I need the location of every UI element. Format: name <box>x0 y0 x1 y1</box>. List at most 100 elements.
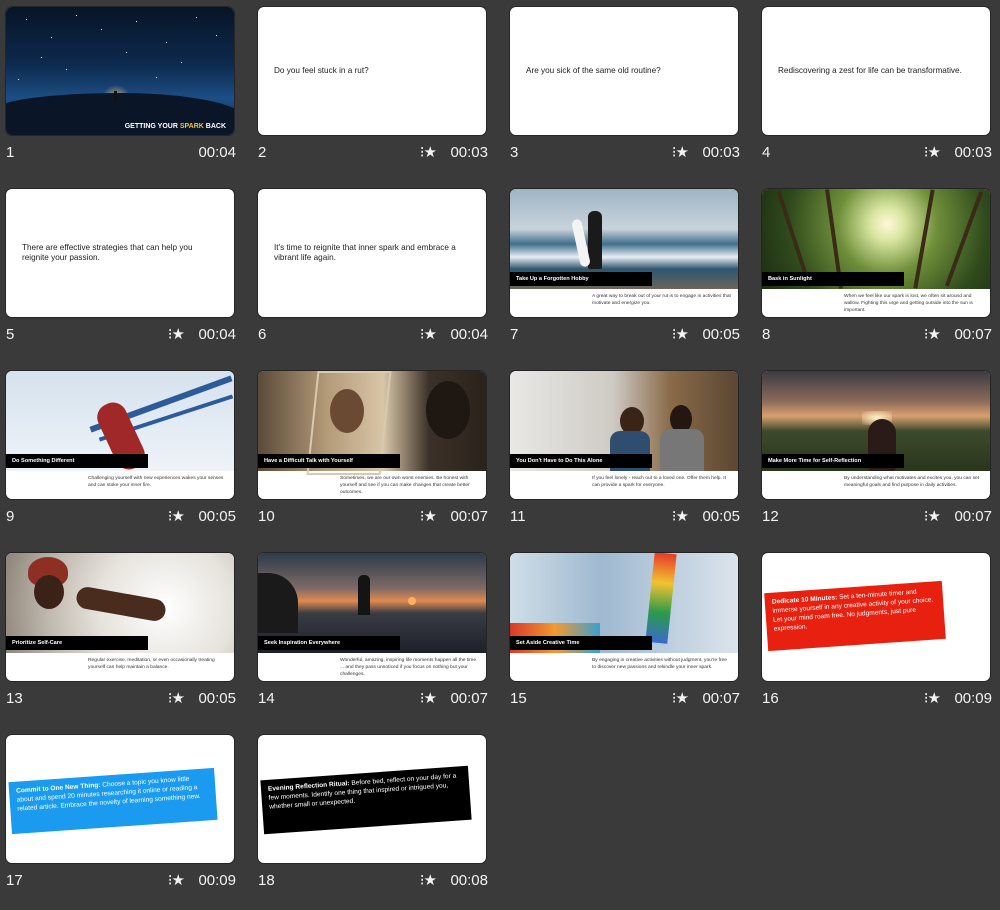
slide-thumbnail[interactable]: Are you sick of the same old routine? <box>510 7 738 135</box>
slide-thumbnail[interactable]: Seek Inspiration Everywhere Wonderful, a… <box>258 553 486 681</box>
slide-thumbnail[interactable]: You Don't Have to Do This Alone If you f… <box>510 371 738 499</box>
transition-effect-icon[interactable]: ⁝★ <box>924 507 941 525</box>
transition-effect-icon[interactable]: ⁝★ <box>168 507 185 525</box>
slide-tile-13[interactable]: Prioritize Self-Care Regular exercise, m… <box>0 546 252 728</box>
transition-effect-icon[interactable]: ⁝★ <box>420 871 437 889</box>
slide-thumbnail[interactable]: Take Up a Forgotten Hobby A great way to… <box>510 189 738 317</box>
slide-thumbnail[interactable]: Dedicate 10 Minutes: Set a ten-minute ti… <box>762 553 990 681</box>
slide-thumbnail[interactable]: Evening Reflection Ritual: Before bed, r… <box>258 735 486 863</box>
slide-caption: A great way to break out of your rut is … <box>592 294 731 307</box>
transition-effect-icon[interactable]: ⁝★ <box>420 143 437 161</box>
slide-duration[interactable]: 00:07 <box>954 326 992 343</box>
slide-number: 14 <box>258 690 275 707</box>
slide-tile-11[interactable]: You Don't Have to Do This Alone If you f… <box>504 364 756 546</box>
slide-duration[interactable]: 00:05 <box>198 690 236 707</box>
slide-caption: Regular exercise, meditation, or even oc… <box>88 658 215 671</box>
tip-card: Evening Reflection Ritual: Before bed, r… <box>260 765 472 835</box>
transition-effect-icon[interactable]: ⁝★ <box>672 689 689 707</box>
slide-heading: Set Aside Creative Time <box>510 636 652 650</box>
slide-thumbnail[interactable]: Commit to One New Thing: Choose a topic … <box>6 735 234 863</box>
transition-effect-icon[interactable]: ⁝★ <box>924 325 941 343</box>
slide-heading: Take Up a Forgotten Hobby <box>510 272 652 286</box>
slide-tile-6[interactable]: It's time to reignite that inner spark a… <box>252 182 504 364</box>
slide-thumbnail[interactable]: Set Aside Creative Time By engaging in c… <box>510 553 738 681</box>
transition-effect-icon[interactable]: ⁝★ <box>420 325 437 343</box>
slide-tile-14[interactable]: Seek Inspiration Everywhere Wonderful, a… <box>252 546 504 728</box>
transition-effect-icon[interactable]: ⁝★ <box>672 325 689 343</box>
transition-effect-icon[interactable]: ⁝★ <box>924 689 941 707</box>
slide-heading: You Don't Have to Do This Alone <box>510 454 652 468</box>
slide-tile-17[interactable]: Commit to One New Thing: Choose a topic … <box>0 728 252 910</box>
slide-duration[interactable]: 00:03 <box>702 144 740 161</box>
slide-number: 8 <box>762 326 771 343</box>
slide-tile-2[interactable]: Do you feel stuck in a rut? 2 ⁝★ 00:03 <box>252 0 504 182</box>
slide-duration[interactable]: 00:09 <box>954 690 992 707</box>
transition-effect-icon[interactable]: ⁝★ <box>420 689 437 707</box>
slide-text: Do you feel stuck in a rut? <box>274 65 369 75</box>
slide-thumbnail[interactable]: Do Something Different Challenging yours… <box>6 371 234 499</box>
slide-duration[interactable]: 00:08 <box>450 872 488 889</box>
slide-text: Are you sick of the same old routine? <box>526 65 661 75</box>
slide-duration[interactable]: 00:05 <box>702 326 740 343</box>
slide-thumbnail[interactable]: Bask in Sunlight When we feel like our s… <box>762 189 990 317</box>
transition-effect-icon[interactable]: ⁝★ <box>420 507 437 525</box>
slide-tile-7[interactable]: Take Up a Forgotten Hobby A great way to… <box>504 182 756 364</box>
slide-tile-4[interactable]: Rediscovering a zest for life can be tra… <box>756 0 1000 182</box>
slide-text: Rediscovering a zest for life can be tra… <box>778 65 962 75</box>
slide-duration[interactable]: 00:03 <box>450 144 488 161</box>
slide-thumbnail[interactable]: It's time to reignite that inner spark a… <box>258 189 486 317</box>
slide-tile-9[interactable]: Do Something Different Challenging yours… <box>0 364 252 546</box>
slide-number: 10 <box>258 508 275 525</box>
slide-thumbnail[interactable]: There are effective strategies that can … <box>6 189 234 317</box>
slide-number: 16 <box>762 690 779 707</box>
slide-number: 5 <box>6 326 15 343</box>
slide-number: 9 <box>6 508 15 525</box>
slide-tile-3[interactable]: Are you sick of the same old routine? 3 … <box>504 0 756 182</box>
slide-duration[interactable]: 00:03 <box>954 144 992 161</box>
slide-number: 18 <box>258 872 275 889</box>
slide-thumbnail[interactable]: Make More Time for Self-Reflection By un… <box>762 371 990 499</box>
slide-tile-5[interactable]: There are effective strategies that can … <box>0 182 252 364</box>
slide-number: 15 <box>510 690 527 707</box>
transition-effect-icon[interactable]: ⁝★ <box>672 507 689 525</box>
transition-effect-icon[interactable]: ⁝★ <box>168 871 185 889</box>
slide-duration[interactable]: 00:09 <box>198 872 236 889</box>
slide-tile-12[interactable]: Make More Time for Self-Reflection By un… <box>756 364 1000 546</box>
slide-tile-10[interactable]: Have a Difficult Talk with Yourself Some… <box>252 364 504 546</box>
slide-number: 2 <box>258 144 267 161</box>
slide-tile-8[interactable]: Bask in Sunlight When we feel like our s… <box>756 182 1000 364</box>
slide-tile-1[interactable]: GETTING YOUR SPARK BACK 1 00:04 <box>0 0 252 182</box>
slide-tile-18[interactable]: Evening Reflection Ritual: Before bed, r… <box>252 728 504 910</box>
transition-effect-icon[interactable]: ⁝★ <box>168 689 185 707</box>
slide-tile-16[interactable]: Dedicate 10 Minutes: Set a ten-minute ti… <box>756 546 1000 728</box>
slide-grid: GETTING YOUR SPARK BACK 1 00:04 Do you f… <box>0 0 1000 908</box>
transition-effect-icon[interactable]: ⁝★ <box>672 143 689 161</box>
slide-duration[interactable]: 00:04 <box>198 326 236 343</box>
slide-tile-15[interactable]: Set Aside Creative Time By engaging in c… <box>504 546 756 728</box>
slide-heading: Do Something Different <box>6 454 148 468</box>
slide-thumbnail[interactable]: GETTING YOUR SPARK BACK <box>6 7 234 135</box>
slide-duration[interactable]: 00:07 <box>450 690 488 707</box>
transition-effect-icon[interactable]: ⁝★ <box>168 325 185 343</box>
slide-number: 11 <box>510 508 526 525</box>
slide-caption: By engaging in creative activities witho… <box>592 658 727 671</box>
slide-number: 7 <box>510 326 519 343</box>
slide-thumbnail[interactable]: Rediscovering a zest for life can be tra… <box>762 7 990 135</box>
slide-number: 1 <box>6 144 15 161</box>
slide-duration[interactable]: 00:07 <box>954 508 992 525</box>
slide-number: 13 <box>6 690 23 707</box>
slide-duration[interactable]: 00:04 <box>450 326 488 343</box>
slide-number: 4 <box>762 144 771 161</box>
slide-duration[interactable]: 00:04 <box>198 144 236 161</box>
transition-effect-icon[interactable]: ⁝★ <box>924 143 941 161</box>
slide-duration[interactable]: 00:07 <box>450 508 488 525</box>
slide-duration[interactable]: 00:05 <box>702 508 740 525</box>
slide-caption: If you feel lonely - reach out to a love… <box>592 476 726 489</box>
slide-thumbnail[interactable]: Have a Difficult Talk with Yourself Some… <box>258 371 486 499</box>
slide-title: GETTING YOUR SPARK BACK <box>124 123 226 130</box>
slide-duration[interactable]: 00:05 <box>198 508 236 525</box>
slide-thumbnail[interactable]: Do you feel stuck in a rut? <box>258 7 486 135</box>
slide-thumbnail[interactable]: Prioritize Self-Care Regular exercise, m… <box>6 553 234 681</box>
slide-number: 12 <box>762 508 779 525</box>
slide-duration[interactable]: 00:07 <box>702 690 740 707</box>
